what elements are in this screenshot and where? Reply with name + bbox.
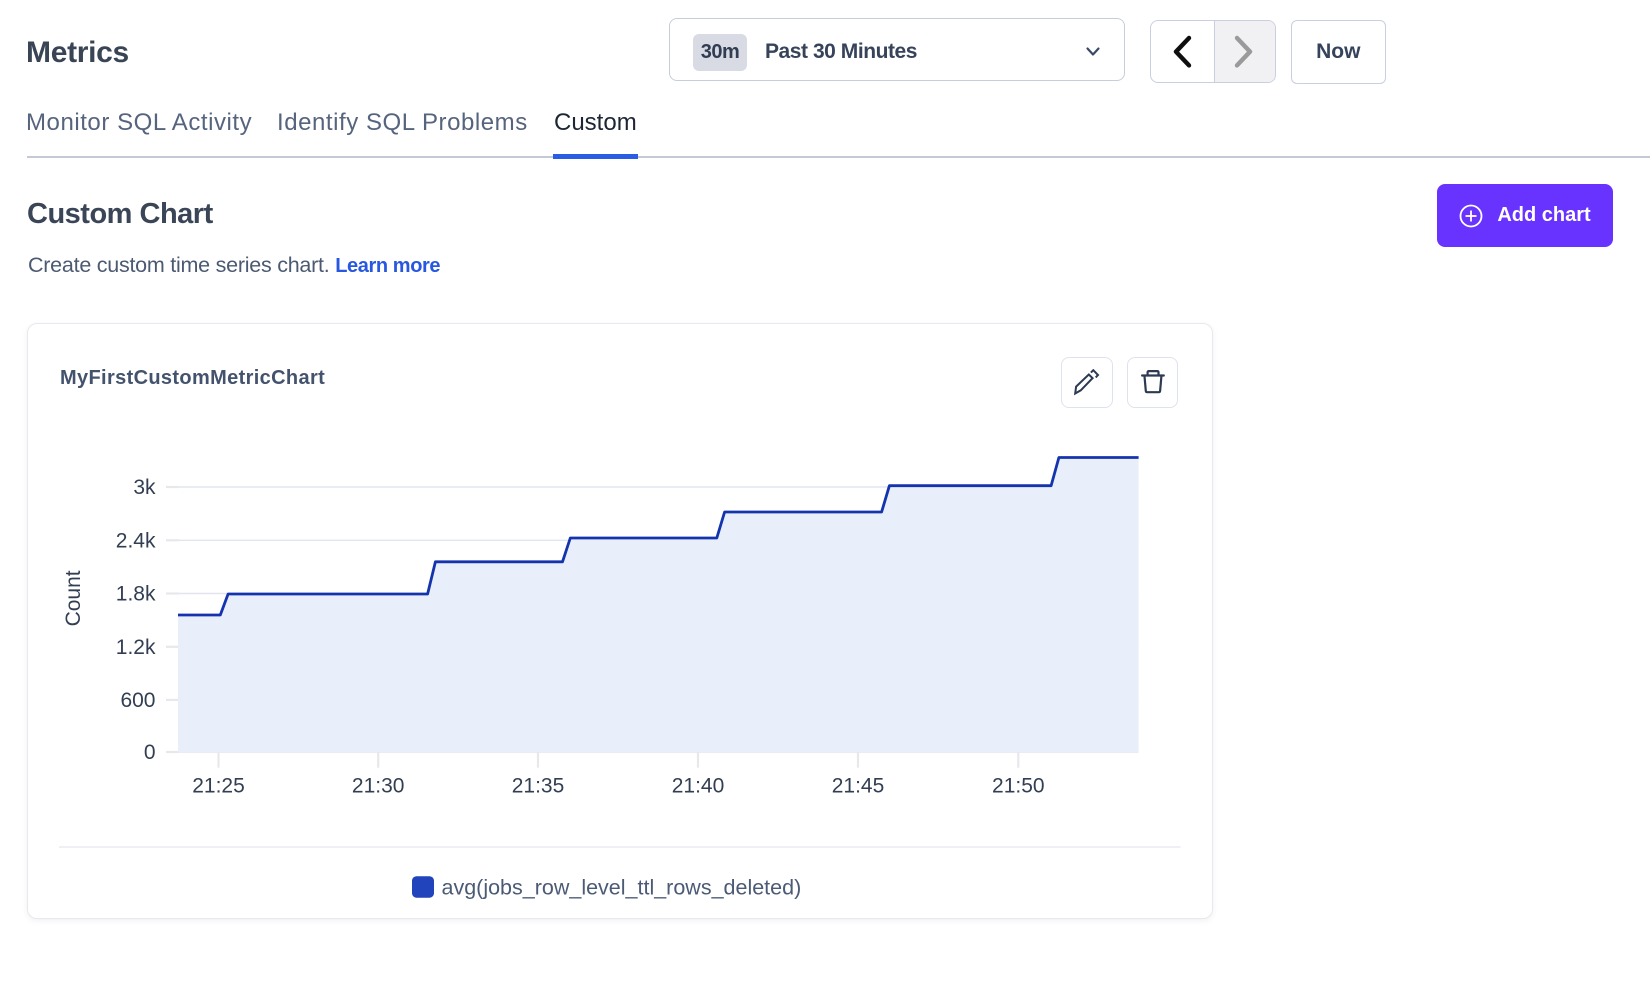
svg-text:600: 600 <box>120 689 155 712</box>
svg-text:21:45: 21:45 <box>832 775 885 798</box>
svg-text:21:50: 21:50 <box>992 775 1045 798</box>
svg-text:21:40: 21:40 <box>672 775 725 798</box>
svg-text:2.4k: 2.4k <box>116 530 156 553</box>
svg-text:21:35: 21:35 <box>512 775 565 798</box>
svg-text:0: 0 <box>144 741 156 764</box>
svg-text:21:25: 21:25 <box>192 775 245 798</box>
svg-text:Count: Count <box>62 570 85 626</box>
svg-text:3k: 3k <box>133 476 156 499</box>
svg-text:1.2k: 1.2k <box>116 636 156 659</box>
svg-text:1.8k: 1.8k <box>116 583 156 606</box>
svg-text:avg(jobs_row_level_ttl_rows_de: avg(jobs_row_level_ttl_rows_deleted) <box>442 875 802 899</box>
svg-text:21:30: 21:30 <box>352 775 405 798</box>
